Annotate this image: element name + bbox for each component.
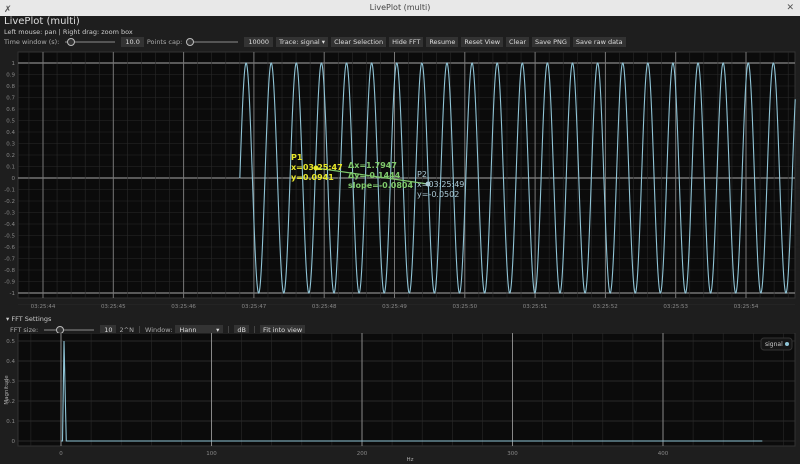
y-tick-label: 0.4 bbox=[6, 130, 15, 136]
x-tick-label: 03:25:48 bbox=[312, 304, 337, 310]
y-tick-label: -0.6 bbox=[4, 245, 15, 251]
delta-label: Δy=-0.1444 bbox=[348, 171, 401, 180]
fft-settings-header[interactable]: ▾ FFT Settings bbox=[6, 315, 51, 323]
y-tick-label: -0.9 bbox=[4, 280, 15, 286]
resume-button[interactable]: Resume bbox=[426, 36, 459, 47]
y-tick-label: 0.5 bbox=[6, 339, 15, 345]
time-window-value[interactable]: 10.0 bbox=[121, 36, 144, 47]
y-tick-label: 0.7 bbox=[6, 96, 15, 102]
fft-size-slider[interactable] bbox=[44, 326, 95, 334]
y-tick-label: 0.1 bbox=[6, 419, 15, 425]
y-tick-label: -0.3 bbox=[4, 211, 15, 217]
hide-fft-button[interactable]: Hide FFT bbox=[389, 36, 424, 47]
window-titlebar: ✗ LivePlot (multi) ✕ bbox=[0, 0, 800, 16]
reset-view-button[interactable]: Reset View bbox=[461, 36, 504, 47]
time-window-label: Time window (s): bbox=[4, 37, 60, 46]
points-cap-value[interactable]: 10000 bbox=[244, 36, 273, 47]
x-tick-label: 03:25:54 bbox=[734, 304, 759, 310]
x-tick-label: 03:25:51 bbox=[523, 304, 548, 310]
clear-button[interactable]: Clear bbox=[506, 36, 530, 47]
legend-swatch bbox=[785, 342, 789, 346]
p1-label: y=0.0941 bbox=[291, 173, 334, 182]
y-tick-label: -0.7 bbox=[4, 257, 15, 263]
fft-plot-area bbox=[17, 333, 796, 447]
x-tick-label: 03:25:50 bbox=[452, 304, 477, 310]
p2-label: y=-0.0502 bbox=[417, 190, 459, 199]
save-png-button[interactable]: Save PNG bbox=[532, 36, 570, 47]
y-tick-label: -0.2 bbox=[4, 199, 15, 205]
p1-label: x=03:25:47 bbox=[291, 163, 343, 172]
y-tick-label: -0.8 bbox=[4, 268, 15, 274]
y-tick-label: 0.8 bbox=[6, 84, 15, 90]
x-tick-label: 03:25:44 bbox=[31, 304, 56, 310]
y-tick-label: 1 bbox=[12, 61, 16, 67]
y-tick-label: 0.5 bbox=[6, 119, 15, 125]
trace-select[interactable]: Trace: signal ▾ bbox=[276, 36, 329, 47]
window-title: LivePlot (multi) bbox=[369, 3, 431, 12]
y-tick-label: -0.1 bbox=[4, 188, 15, 194]
y-tick-label: 0.6 bbox=[6, 107, 15, 113]
x-tick-label: 300 bbox=[507, 451, 518, 457]
points-cap-slider[interactable] bbox=[186, 37, 239, 46]
x-tick-label: 03:25:49 bbox=[382, 304, 407, 310]
mouse-hint: Left mouse: pan | Right drag: zoom box bbox=[4, 28, 133, 36]
x-axis-label: Hz bbox=[406, 457, 413, 463]
close-button[interactable]: ✕ bbox=[786, 0, 794, 16]
fft-plot[interactable]: 0.50.40.30.20.100 100 200 300 400HzMagnitude… bbox=[0, 333, 800, 464]
time-window-slider[interactable] bbox=[65, 37, 116, 46]
y-tick-label: 0.4 bbox=[6, 359, 15, 365]
x-tick-label: 400 bbox=[658, 451, 669, 457]
clear-selection-button[interactable]: Clear Selection bbox=[331, 36, 387, 47]
y-tick-label: 0 bbox=[12, 439, 16, 445]
y-tick-label: -0.4 bbox=[4, 222, 15, 228]
x-tick-label: 0 bbox=[59, 451, 63, 457]
x-tick-label: 03:25:45 bbox=[101, 304, 126, 310]
time-plot[interactable]: 1 0.9 0.8 0.7 0.6 0.5 0.4 0.3 0.2 0.1 0 -0.1 -0.2 -0.… bbox=[0, 50, 800, 312]
y-tick-label: 0 bbox=[12, 176, 16, 182]
p1-label: P1 bbox=[291, 153, 303, 162]
y-tick-label: 0.9 bbox=[6, 73, 15, 79]
p2-label: x=03:25:49 bbox=[417, 180, 464, 189]
app-title: LivePlot (multi) bbox=[4, 16, 80, 27]
x-tick-label: 03:25:47 bbox=[242, 304, 267, 310]
toolbar: Time window (s): 10.0 Points cap: 10000 … bbox=[4, 36, 626, 47]
x-tick-label: 100 bbox=[206, 451, 217, 457]
save-raw-data-button[interactable]: Save raw data bbox=[572, 36, 626, 47]
y-tick-label: -1 bbox=[10, 291, 15, 297]
points-cap-label: Points cap: bbox=[146, 37, 183, 46]
delta-label: Δx=1.7947 bbox=[348, 161, 397, 170]
y-tick-label: 0.2 bbox=[6, 153, 15, 159]
y-tick-label: -0.5 bbox=[4, 234, 15, 240]
legend-label: signal bbox=[765, 341, 783, 348]
x-tick-label: 03:25:46 bbox=[171, 304, 196, 310]
x-tick-label: 03:25:53 bbox=[663, 304, 688, 310]
y-tick-label: 0.3 bbox=[6, 142, 15, 148]
p2-label: P2 bbox=[417, 170, 427, 179]
y-axis-label: Magnitude bbox=[4, 375, 10, 405]
delta-label: slope=-0.0804 bbox=[348, 181, 413, 190]
x-tick-label: 03:25:52 bbox=[593, 304, 618, 310]
x-tick-label: 200 bbox=[357, 451, 368, 457]
y-tick-label: 0.1 bbox=[6, 165, 15, 171]
